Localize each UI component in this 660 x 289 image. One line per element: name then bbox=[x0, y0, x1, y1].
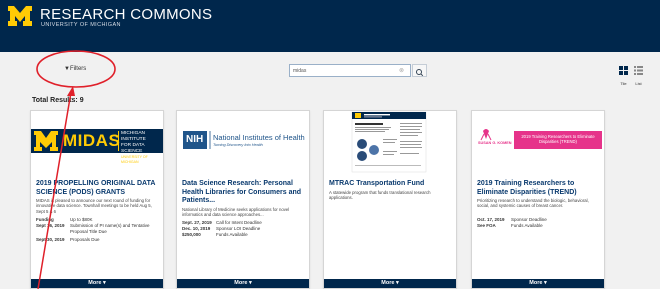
filters-toggle[interactable]: ▼Filters bbox=[64, 66, 86, 72]
tile-view-button[interactable]: Tile bbox=[618, 62, 629, 86]
chevron-down-icon: ▾ bbox=[543, 280, 547, 286]
card-detail-row: Sept. 27, 2019 Call for Intent Deadline bbox=[182, 220, 262, 225]
card-title[interactable]: Data Science Research: Personal Health L… bbox=[182, 180, 304, 206]
more-button[interactable]: More ▾ bbox=[31, 279, 163, 288]
result-card[interactable]: SUSAN G. KOMEN 2019 Training Researchers… bbox=[471, 110, 605, 289]
chevron-down-icon: ▾ bbox=[102, 280, 106, 286]
tile-label: Tile bbox=[620, 81, 627, 86]
midas-tagline: MICHIGAN INSTITUTE FOR DATA SCIENCE UNIV… bbox=[118, 131, 163, 164]
komen-wordmark: SUSAN G. KOMEN bbox=[478, 141, 512, 145]
search-input[interactable] bbox=[293, 65, 383, 76]
card-detail-row: Oct. 17, 2019 Sponsor Deadline bbox=[477, 217, 547, 222]
trend-banner: 2019 Training Researchers to Eliminate D… bbox=[514, 131, 602, 149]
card-title[interactable]: 2019 Training Researchers to Eliminate D… bbox=[477, 180, 599, 197]
card-detail-row: Funding Up to $80K bbox=[36, 217, 93, 222]
site-header: RESEARCH COMMONS UNIVERSITY OF MICHIGAN bbox=[0, 0, 660, 52]
list-view-button[interactable]: List bbox=[633, 62, 644, 86]
more-button[interactable]: More ▾ bbox=[472, 279, 604, 288]
card-title[interactable]: 2019 PROPELLING ORIGINAL DATA SCIENCE (P… bbox=[36, 180, 158, 197]
card-detail-row: See FOA Funds Available bbox=[477, 223, 543, 228]
search-field: ⊗ bbox=[289, 64, 411, 77]
grid-icon bbox=[619, 66, 628, 75]
more-button[interactable]: More ▾ bbox=[177, 279, 309, 288]
card-description: National Library of Medicine seeks appli… bbox=[182, 207, 290, 218]
filters-label: Filters bbox=[69, 66, 87, 72]
more-button[interactable]: More ▾ bbox=[324, 279, 456, 288]
card-image bbox=[324, 111, 456, 173]
nih-name: National Institutes of Health bbox=[213, 133, 305, 142]
card-title[interactable]: MTRAC Transportation Fund bbox=[329, 180, 451, 189]
result-card[interactable]: MIDAS MICHIGAN INSTITUTE FOR DATA SCIENC… bbox=[30, 110, 164, 289]
card-detail-row: Sept 30, 2019 Proposals Due bbox=[36, 237, 100, 242]
chevron-down-icon: ▾ bbox=[395, 280, 399, 286]
card-detail-row: Dec. 10, 2019 Sponsor LOI Deadline bbox=[182, 226, 261, 231]
result-card[interactable]: NIH National Institutes of Health Turnin… bbox=[176, 110, 310, 289]
card-image: MIDAS MICHIGAN INSTITUTE FOR DATA SCIENC… bbox=[31, 111, 163, 173]
list-icon bbox=[634, 66, 643, 75]
card-description: MIDAS is pleased to announce our next ro… bbox=[36, 198, 152, 214]
chevron-down-icon: ▾ bbox=[248, 280, 252, 286]
site-subtitle: UNIVERSITY OF MICHIGAN bbox=[41, 22, 121, 28]
university-m-logo[interactable] bbox=[8, 6, 32, 26]
card-image: NIH National Institutes of Health Turnin… bbox=[177, 111, 309, 173]
site-title[interactable]: RESEARCH COMMONS bbox=[40, 6, 212, 23]
search-icon bbox=[416, 69, 424, 77]
search-button[interactable] bbox=[412, 64, 427, 77]
card-detail-row: Sept 16, 2019 Submission of PI name(s) an… bbox=[36, 223, 150, 234]
result-card[interactable]: MTRAC Transportation Fund A statewide pr… bbox=[323, 110, 457, 289]
clear-search-icon[interactable]: ⊗ bbox=[399, 67, 404, 74]
card-detail-row: $250,000 Funds Available bbox=[182, 232, 248, 237]
nih-tagline: Turning Discovery Into Health bbox=[213, 143, 263, 147]
mtrac-flyer-thumbnail bbox=[351, 111, 427, 173]
total-results: Total Results: 9 bbox=[32, 97, 84, 104]
nih-wordmark: NIH bbox=[186, 134, 204, 145]
midas-wordmark: MIDAS bbox=[63, 131, 121, 150]
list-label: List bbox=[635, 81, 642, 86]
card-description: A statewide program that funds translati… bbox=[329, 190, 431, 201]
card-description: Prioritizing research to understand the … bbox=[477, 198, 589, 209]
card-image: SUSAN G. KOMEN 2019 Training Researchers… bbox=[472, 111, 604, 173]
